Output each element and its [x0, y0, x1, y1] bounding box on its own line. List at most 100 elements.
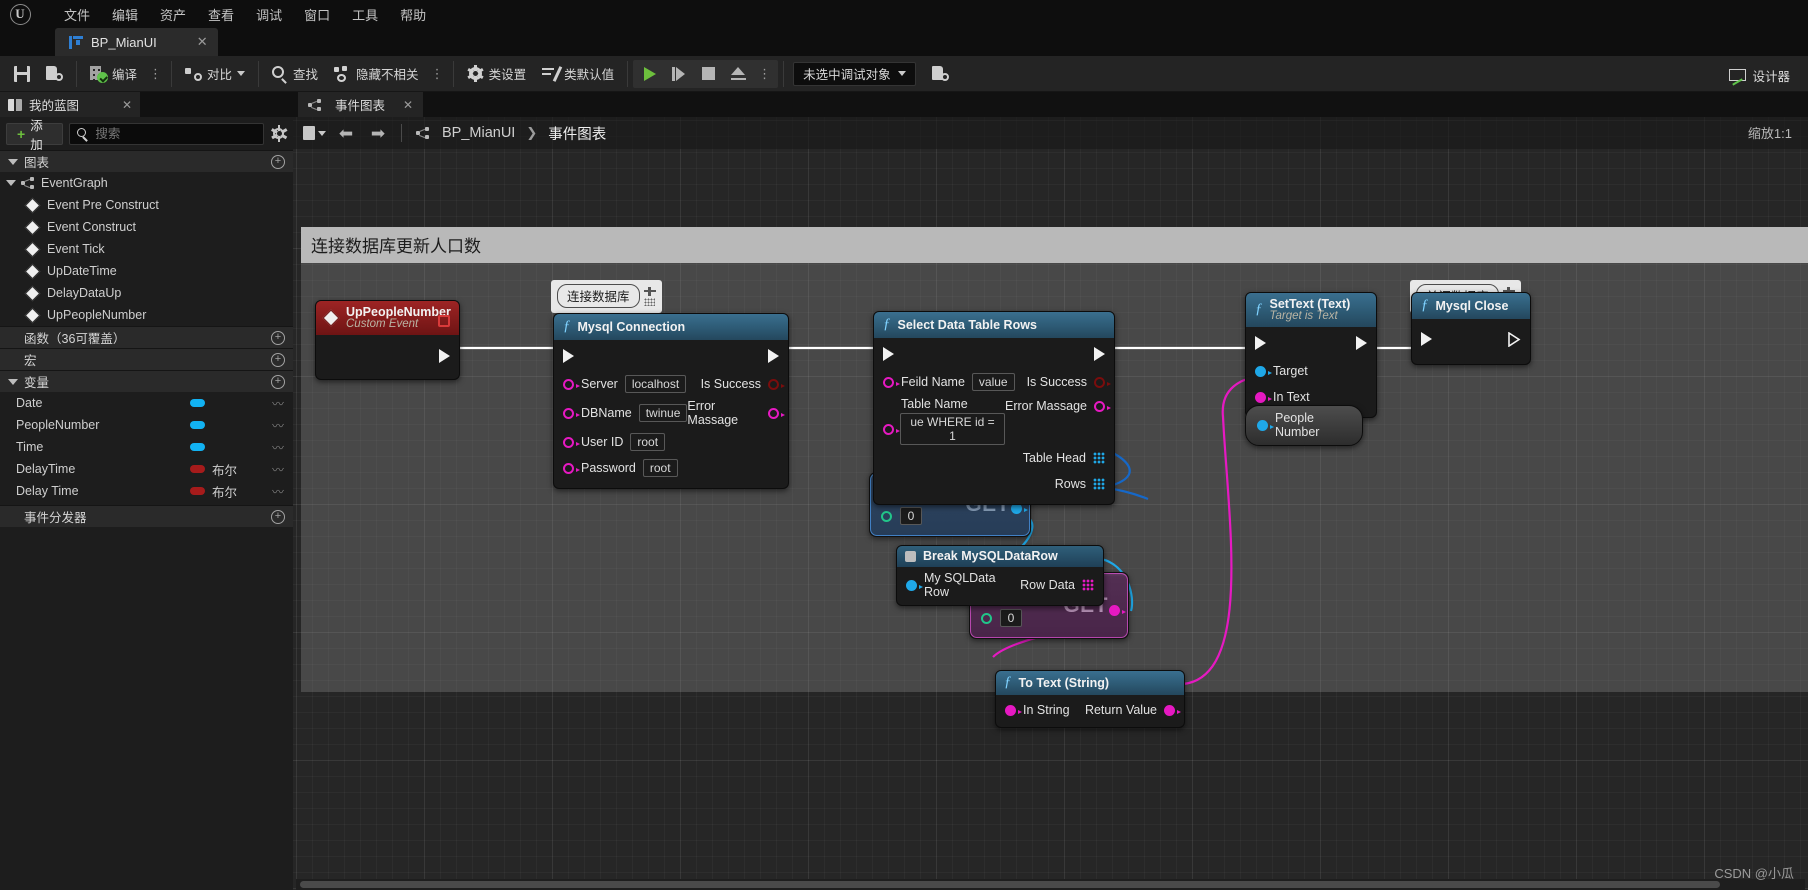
- pin-error-massage[interactable]: [1094, 400, 1111, 412]
- variable-visibility-icon[interactable]: 〰: [263, 417, 293, 434]
- pin-server[interactable]: [563, 378, 580, 390]
- variable-row-time[interactable]: Time 〰: [0, 436, 293, 458]
- input-server-value[interactable]: localhost: [624, 375, 687, 393]
- add-button[interactable]: + 添加: [6, 119, 64, 152]
- variable-row-peoplenumber[interactable]: PeopleNumber 〰: [0, 414, 293, 436]
- pin-index-input[interactable]: [881, 511, 892, 522]
- menu-window[interactable]: 窗口: [293, 1, 341, 28]
- pin-password[interactable]: [563, 462, 580, 474]
- tab-close-icon[interactable]: ✕: [403, 98, 413, 112]
- input-table-name-value[interactable]: ue WHERE id = 1: [900, 413, 1006, 445]
- hide-unrelated-options-icon[interactable]: ⋮: [427, 63, 448, 85]
- exec-input-pin[interactable]: [1421, 332, 1432, 346]
- input-userid-value[interactable]: root: [630, 433, 666, 451]
- tab-close-icon[interactable]: ✕: [122, 98, 132, 112]
- input-feild-name-value[interactable]: value: [971, 373, 1015, 391]
- menu-view[interactable]: 查看: [197, 1, 245, 28]
- pin-my-sqldata-row[interactable]: [906, 579, 923, 591]
- add-macro-icon[interactable]: +: [271, 352, 285, 367]
- class-defaults-button[interactable]: 类默认值: [534, 60, 622, 88]
- section-graphs[interactable]: 图表 +: [0, 150, 293, 172]
- node-break-mysqldatarow[interactable]: Break MySQLDataRow My SQLData Row Row Da…: [896, 545, 1104, 606]
- node-variable-people-number[interactable]: People Number: [1245, 405, 1363, 446]
- variable-visibility-icon[interactable]: 〰: [263, 395, 293, 412]
- asset-tab-bp-mianui[interactable]: BP_MianUI ✕: [55, 28, 218, 56]
- pin-icon[interactable]: [643, 286, 656, 296]
- class-settings-button[interactable]: 类设置: [459, 60, 535, 88]
- diff-button[interactable]: 对比: [177, 60, 253, 88]
- input-dbname-value[interactable]: twinue: [638, 404, 688, 422]
- node-custom-event-uppeoplenumber[interactable]: UpPeopleNumber Custom Event: [315, 300, 460, 380]
- pin-row-data[interactable]: [1082, 579, 1094, 591]
- node-select-data-table-rows[interactable]: ƒ Select Data Table Rows Feild Name valu…: [873, 311, 1115, 505]
- add-variable-icon[interactable]: +: [271, 374, 285, 389]
- pin-dbname[interactable]: [563, 407, 580, 419]
- asset-tab-close-icon[interactable]: ✕: [197, 34, 208, 50]
- variable-visibility-icon[interactable]: 〰: [263, 461, 293, 478]
- node-mysql-connection[interactable]: ƒ Mysql Connection Server localhost Is S…: [553, 313, 789, 489]
- pin-in-string[interactable]: [1005, 704, 1022, 716]
- nav-back-button[interactable]: ⬅: [333, 122, 359, 144]
- pin-table-name[interactable]: [883, 423, 900, 435]
- exec-output-pin[interactable]: [439, 349, 450, 363]
- tab-event-graph[interactable]: 事件图表 ✕: [298, 92, 423, 117]
- tab-my-blueprint[interactable]: 我的蓝图 ✕: [0, 92, 140, 117]
- get-index-value[interactable]: 0: [900, 507, 922, 525]
- pin-index-input[interactable]: [981, 613, 992, 624]
- pin-feild-name[interactable]: [883, 376, 900, 388]
- tree-item-event-pre-construct[interactable]: Event Pre Construct: [0, 194, 293, 216]
- step-button[interactable]: [664, 60, 694, 88]
- variable-visibility-icon[interactable]: 〰: [263, 483, 293, 500]
- pin-is-success[interactable]: [1094, 376, 1111, 388]
- get-index-value[interactable]: 0: [1000, 609, 1022, 627]
- blueprint-settings-gear-icon[interactable]: [270, 125, 288, 143]
- add-graph-icon[interactable]: +: [271, 154, 285, 169]
- stop-button[interactable]: [694, 60, 723, 88]
- tree-item-delaydataup[interactable]: DelayDataUp: [0, 282, 293, 304]
- menu-edit[interactable]: 编辑: [101, 1, 149, 28]
- exec-output-pin[interactable]: [1508, 331, 1521, 347]
- node-mysql-close[interactable]: ƒ Mysql Close: [1411, 292, 1531, 365]
- pin-rows[interactable]: [1093, 478, 1105, 490]
- section-variables[interactable]: 变量 +: [0, 370, 293, 392]
- tree-item-updatetime[interactable]: UpDateTime: [0, 260, 293, 282]
- event-delegate-pin[interactable]: [438, 315, 450, 327]
- search-input[interactable]: [95, 126, 257, 141]
- section-event-dispatchers[interactable]: 事件分发器 +: [0, 505, 293, 527]
- chevron-down-icon[interactable]: [237, 71, 246, 76]
- exec-input-pin[interactable]: [1255, 336, 1266, 350]
- search-box[interactable]: [69, 122, 265, 145]
- menu-help[interactable]: 帮助: [389, 1, 437, 28]
- breadcrumb-root[interactable]: BP_MianUI: [442, 125, 515, 141]
- exec-output-pin[interactable]: [1356, 336, 1367, 350]
- menu-file[interactable]: 文件: [53, 1, 101, 28]
- pin-target[interactable]: [1255, 365, 1272, 377]
- pin-variable-output[interactable]: [1257, 419, 1274, 431]
- compile-options-icon[interactable]: ⋮: [145, 63, 166, 85]
- connect-db-bubble[interactable]: 连接数据库: [551, 280, 662, 320]
- play-options-icon[interactable]: ⋮: [754, 63, 775, 85]
- menu-asset[interactable]: 资产: [149, 1, 197, 28]
- hide-unrelated-button[interactable]: 隐藏不相关: [326, 60, 427, 88]
- tree-item-event-construct[interactable]: Event Construct: [0, 216, 293, 238]
- graph-canvas[interactable]: ⬅ ➡ BP_MianUI ❯ 事件图表 缩放1:1 连接数据库更新人口数 连接…: [293, 117, 1808, 890]
- debug-object-select[interactable]: 未选中调试对象: [793, 61, 916, 86]
- node-to-text-string[interactable]: ƒ To Text (String) In String Return Valu…: [995, 670, 1185, 728]
- exec-output-pin[interactable]: [768, 349, 779, 363]
- section-macros[interactable]: 宏 +: [0, 348, 293, 370]
- find-button[interactable]: 查找: [264, 60, 326, 88]
- pin-return-value[interactable]: [1164, 704, 1181, 716]
- variable-row-delaytime[interactable]: DelayTime 布尔 〰: [0, 458, 293, 480]
- pin-in-text[interactable]: [1255, 391, 1272, 403]
- exec-input-pin[interactable]: [883, 347, 894, 361]
- section-functions[interactable]: 函数（36可覆盖） +: [0, 326, 293, 348]
- graph-horizontal-scrollbar[interactable]: [296, 879, 1805, 890]
- compile-button[interactable]: 编译: [82, 60, 145, 88]
- variable-row-delay-time[interactable]: Delay Time 布尔 〰: [0, 480, 293, 502]
- tree-item-event-tick[interactable]: Event Tick: [0, 238, 293, 260]
- unreal-engine-logo-icon[interactable]: U: [0, 0, 40, 28]
- designer-button[interactable]: 设计器: [1723, 62, 1796, 89]
- pin-table-head[interactable]: [1093, 452, 1105, 464]
- tree-item-eventgraph[interactable]: EventGraph: [0, 172, 293, 194]
- play-button[interactable]: [636, 60, 664, 88]
